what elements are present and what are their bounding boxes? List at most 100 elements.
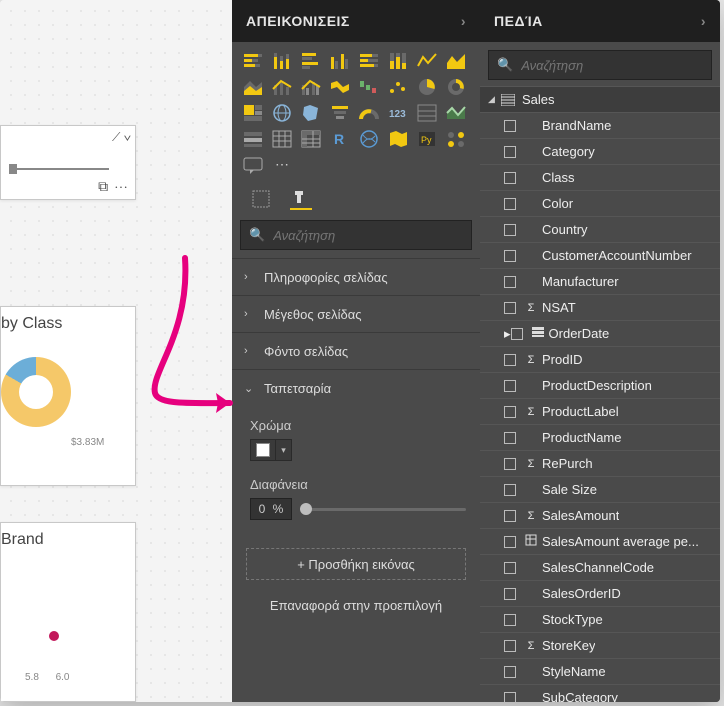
viz-100-stacked-bar-icon[interactable] [356, 50, 382, 72]
field-checkbox[interactable] [504, 380, 516, 392]
field-row[interactable]: ΣStoreKey [480, 632, 720, 658]
chevron-right-icon[interactable]: › [701, 13, 706, 29]
viz-shape-map-icon[interactable] [385, 128, 411, 150]
field-row[interactable]: ΣSalesAmount [480, 502, 720, 528]
slider-thumb[interactable] [300, 503, 312, 515]
viz-scatter-icon[interactable] [385, 76, 411, 98]
fields-header[interactable]: ΠΕΔΊΑ › [480, 0, 720, 42]
viz-card-icon[interactable]: 123 [385, 102, 411, 124]
viz-python-icon[interactable]: Py [414, 128, 440, 150]
viz-multirow-card-icon[interactable] [414, 102, 440, 124]
field-checkbox[interactable] [504, 198, 516, 210]
field-checkbox[interactable] [504, 302, 516, 314]
field-row[interactable]: ΣProductLabel [480, 398, 720, 424]
viz-arcgis-icon[interactable] [356, 128, 382, 150]
field-row[interactable]: ProductDescription [480, 372, 720, 398]
reset-to-default-link[interactable]: Επαναφορά στην προεπιλογή [232, 598, 480, 613]
viz-waterfall-icon[interactable] [356, 76, 382, 98]
field-checkbox[interactable] [504, 146, 516, 158]
viz-gauge-icon[interactable] [356, 102, 382, 124]
field-row[interactable]: Class [480, 164, 720, 190]
viz-line-icon[interactable] [414, 50, 440, 72]
field-row[interactable]: Country [480, 216, 720, 242]
field-checkbox[interactable] [504, 432, 516, 444]
visualizations-header[interactable]: ΑΠΕΙΚΟΝΙΣΕΙΣ › [232, 0, 480, 42]
viz-ribbon-icon[interactable] [327, 76, 353, 98]
viz-funnel-icon[interactable] [327, 102, 353, 124]
field-row[interactable]: Category [480, 138, 720, 164]
field-checkbox[interactable] [504, 588, 516, 600]
transparency-value[interactable]: 0 % [250, 498, 292, 520]
field-checkbox[interactable] [504, 406, 516, 418]
section-page-background[interactable]: ›Φόντο σελίδας [232, 332, 480, 369]
field-checkbox[interactable] [504, 666, 516, 678]
field-row[interactable]: CustomerAccountNumber [480, 242, 720, 268]
format-search-input[interactable] [273, 228, 463, 243]
fields-tab[interactable] [250, 188, 272, 210]
field-row[interactable]: SalesOrderID [480, 580, 720, 606]
field-row[interactable]: ΣNSAT [480, 294, 720, 320]
field-row[interactable]: StyleName [480, 658, 720, 684]
viz-donut-icon[interactable] [443, 76, 469, 98]
field-checkbox[interactable] [504, 692, 516, 703]
viz-stacked-column-icon[interactable] [269, 50, 295, 72]
field-checkbox[interactable] [504, 484, 516, 496]
field-checkbox[interactable] [504, 458, 516, 470]
slider-track[interactable] [9, 168, 109, 170]
field-checkbox[interactable] [504, 562, 516, 574]
field-checkbox[interactable] [504, 120, 516, 132]
fields-search[interactable]: 🔍 [488, 50, 712, 80]
transparency-slider[interactable] [300, 508, 466, 511]
field-checkbox[interactable] [504, 510, 516, 522]
pin-icon[interactable]: ⟋ ∨ [112, 130, 131, 145]
viz-area-icon[interactable] [443, 50, 469, 72]
field-row[interactable]: ProductName [480, 424, 720, 450]
viz-clustered-bar-icon[interactable] [298, 50, 324, 72]
expand-icon[interactable]: ◢ [488, 94, 500, 105]
viz-treemap-icon[interactable] [240, 102, 266, 124]
visual-slicer[interactable]: ⟋ ∨ ⧉ ⋯ [0, 125, 136, 200]
viz-clustered-column-icon[interactable] [327, 50, 353, 72]
add-image-button[interactable]: + Προσθήκη εικόνας [246, 548, 466, 580]
field-row[interactable]: Sale Size [480, 476, 720, 502]
field-row[interactable]: SalesAmount average pe... [480, 528, 720, 554]
viz-filled-map-icon[interactable] [298, 102, 324, 124]
report-canvas[interactable]: ⟋ ∨ ⧉ ⋯ by Class $3.83M Brand 5.8 6.0 [0, 0, 232, 702]
viz-line-clustered-column-icon[interactable] [298, 76, 324, 98]
color-picker[interactable]: ▾ [250, 439, 466, 461]
viz-r-script-icon[interactable]: R [327, 128, 353, 150]
viz-100-stacked-column-icon[interactable] [385, 50, 411, 72]
viz-map-icon[interactable] [269, 102, 295, 124]
visual-focus-icon[interactable]: ⧉ ⋯ [98, 178, 129, 195]
field-checkbox[interactable] [511, 328, 523, 340]
viz-table-icon[interactable] [269, 128, 295, 150]
visual-scatter[interactable]: Brand 5.8 6.0 [0, 522, 136, 702]
field-checkbox[interactable] [504, 172, 516, 184]
format-tab[interactable] [290, 188, 312, 210]
table-header-row[interactable]: ◢ Sales [480, 86, 720, 112]
viz-kpi-icon[interactable] [443, 102, 469, 124]
field-checkbox[interactable] [504, 224, 516, 236]
field-row[interactable]: Manufacturer [480, 268, 720, 294]
viz-pie-icon[interactable] [414, 76, 440, 98]
field-checkbox[interactable] [504, 614, 516, 626]
section-page-size[interactable]: ›Μέγεθος σελίδας [232, 295, 480, 332]
visual-donut[interactable]: by Class $3.83M [0, 306, 136, 486]
field-row[interactable]: ΣProdID [480, 346, 720, 372]
field-checkbox[interactable] [504, 276, 516, 288]
dropdown-caret-icon[interactable]: ▾ [276, 439, 292, 461]
field-row[interactable]: Color [480, 190, 720, 216]
section-wallpaper[interactable]: ⌄Ταπετσαρία Χρώμα ▾ Διαφάνεια 0 % + Προσ… [232, 369, 480, 613]
field-checkbox[interactable] [504, 536, 516, 548]
field-row[interactable]: StockType [480, 606, 720, 632]
field-checkbox[interactable] [504, 354, 516, 366]
viz-import-icon[interactable]: ⋯ [269, 154, 295, 176]
viz-line-stacked-column-icon[interactable] [269, 76, 295, 98]
field-checkbox[interactable] [504, 250, 516, 262]
viz-key-influencers-icon[interactable] [443, 128, 469, 150]
field-row[interactable]: ▸OrderDate [480, 320, 720, 346]
field-row[interactable]: SalesChannelCode [480, 554, 720, 580]
viz-matrix-icon[interactable] [298, 128, 324, 150]
field-checkbox[interactable] [504, 640, 516, 652]
viz-qna-icon[interactable] [240, 154, 266, 176]
